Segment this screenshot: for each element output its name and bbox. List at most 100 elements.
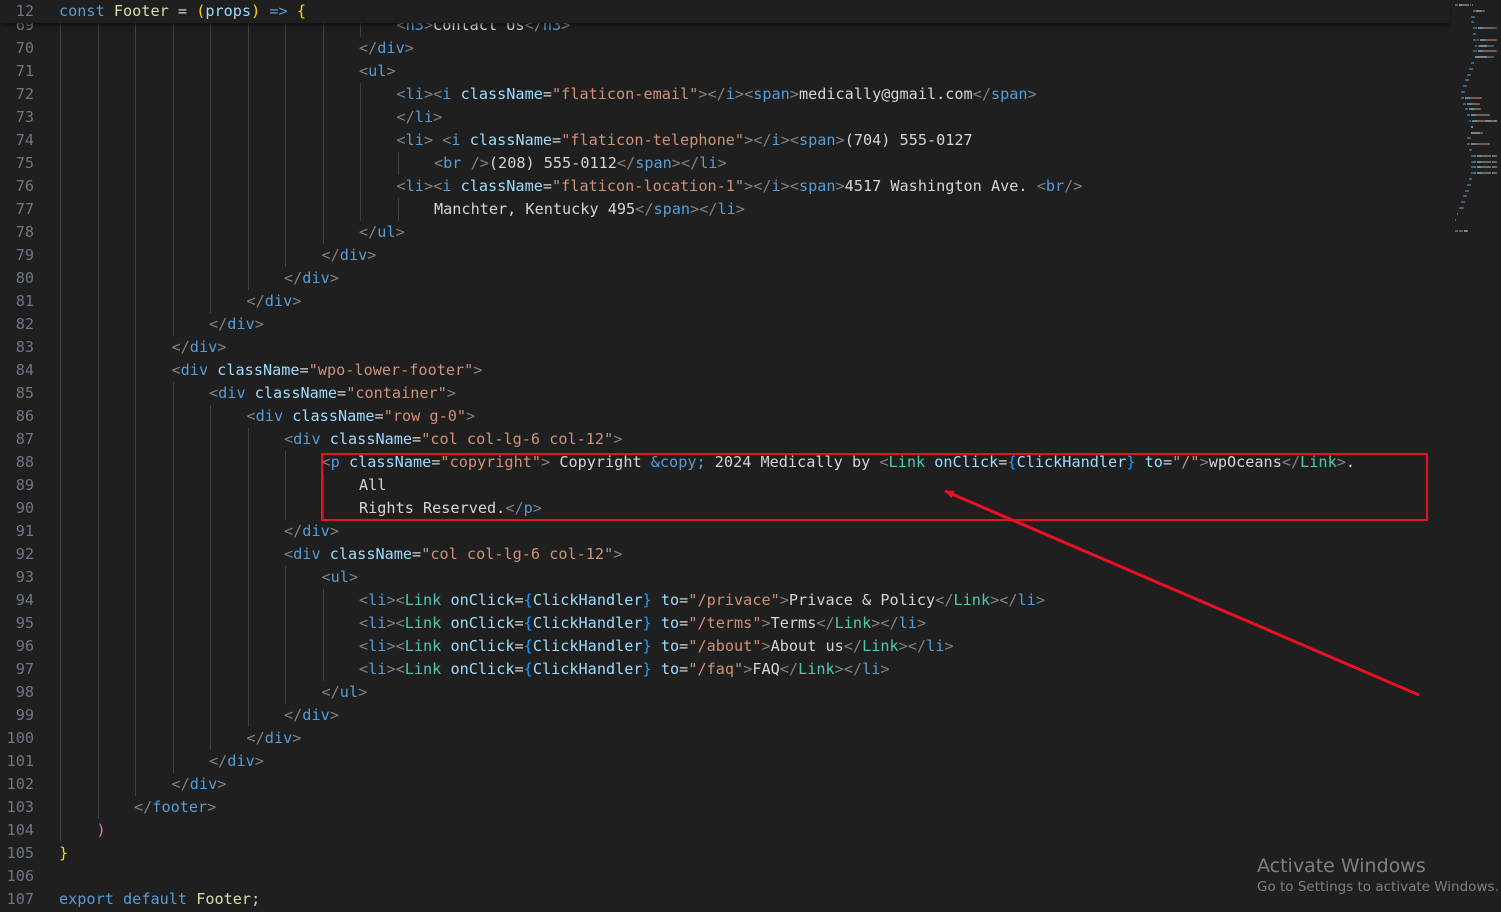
code-line[interactable]: 100 </div> <box>0 727 1450 750</box>
minimap[interactable] <box>1451 0 1501 912</box>
code-token: Link <box>953 591 991 609</box>
code-line[interactable]: 90 Rights Reserved.</p> <box>0 497 1450 520</box>
code-token: to <box>660 591 680 609</box>
minimap-token <box>1474 154 1476 157</box>
indent-guide <box>285 221 286 244</box>
indent-guide <box>247 37 249 60</box>
indent-guide <box>135 37 136 60</box>
indent-guide <box>135 106 136 129</box>
code-line[interactable]: 86 <div className="row g-0"> <box>0 405 1450 428</box>
code-line[interactable]: 79 </div> <box>0 244 1450 267</box>
code-line[interactable]: 71 <ul> <box>0 60 1450 83</box>
line-number: 75 <box>15 154 34 172</box>
code-line[interactable]: 92 <div className="col col-lg-6 col-12"> <box>0 543 1450 566</box>
minimap-token <box>1490 166 1491 169</box>
code-line[interactable]: 102 </div> <box>0 773 1450 796</box>
line-number: 95 <box>15 614 34 632</box>
code-line[interactable]: 104) <box>0 819 1450 842</box>
code-line[interactable]: 98 </ul> <box>0 681 1450 704</box>
code-line[interactable]: 97 <li><Link onClick={ClickHandler} to="/… <box>0 658 1450 681</box>
code-token: = <box>542 177 553 195</box>
code-token: ClickHandler <box>532 591 643 609</box>
code-line[interactable]: 91 </div> <box>0 520 1450 543</box>
code-line[interactable]: 74 <li> <i className="flaticon-telephone"… <box>0 129 1450 152</box>
minimap-token <box>1464 91 1465 93</box>
indent-guide <box>135 129 136 152</box>
code-token: div <box>218 384 246 402</box>
code-line[interactable]: 95 <li><Link onClick={ClickHandler} to="/… <box>0 612 1450 635</box>
code-line[interactable]: 106 <box>0 865 1450 888</box>
code-token: div <box>264 729 293 747</box>
code-token: About us <box>770 637 844 655</box>
indent-guide <box>247 566 249 589</box>
indent-guide <box>247 681 249 704</box>
code-line[interactable]: 88 <p className="copyright"> Copyright &c… <box>0 451 1450 474</box>
code-text: </div> <box>322 244 377 267</box>
code-line[interactable]: 76 <li><i className="flaticon-location-1"… <box>0 175 1450 198</box>
indent-guide <box>60 37 61 60</box>
code-line[interactable]: 84 <div className="wpo-lower-footer"> <box>0 359 1450 382</box>
indent-guide <box>285 152 286 175</box>
code-token: li <box>1017 591 1036 609</box>
code-token: className <box>254 384 338 402</box>
code-token: Link <box>404 637 442 655</box>
code-line[interactable]: 107 export default Footer; <box>0 888 1450 911</box>
code-token: Manchter, Kentucky 495 <box>434 200 636 218</box>
minimap-token <box>1472 4 1473 6</box>
indent-guide <box>60 83 61 106</box>
code-line[interactable]: 89 All <box>0 474 1450 497</box>
code-editor[interactable]: 12 const Footer = (props) => {69 <h3>Conta… <box>0 0 1501 912</box>
indent-guide <box>247 106 249 129</box>
code-line[interactable]: 82 </div> <box>0 313 1450 336</box>
code-line[interactable]: 75 <br />(208) 555-0112</span></li> <box>0 152 1450 175</box>
line-number: 88 <box>15 453 34 471</box>
code-line[interactable]: 105} <box>0 842 1450 865</box>
code-line[interactable]: 72 <li><i className="flaticon-email"></i>… <box>0 83 1450 106</box>
code-line[interactable]: 83 </div> <box>0 336 1450 359</box>
indent-guide <box>210 198 211 221</box>
code-token: medically@gmail.com <box>798 85 973 103</box>
code-line[interactable]: 87 <div className="col col-lg-6 col-12"> <box>0 428 1450 451</box>
code-token: >< <box>780 177 799 195</box>
code-text: <div className="row g-0"> <box>247 405 476 428</box>
code-line[interactable]: 103 </footer> <box>0 796 1450 819</box>
indent-guide <box>60 543 61 566</box>
sticky-scroll-line[interactable]: 12 const Footer = (props) => { <box>0 0 1450 23</box>
code-token: < <box>359 591 369 609</box>
indent-guide <box>322 658 324 681</box>
code-token: ></ <box>744 131 772 149</box>
code-line[interactable]: 93 <ul> <box>0 566 1450 589</box>
code-line[interactable]: 70 </div> <box>0 37 1450 60</box>
code-token: > <box>835 131 845 149</box>
indent-guide <box>60 382 61 405</box>
code-line[interactable]: 85 <div className="container"> <box>0 382 1450 405</box>
code-line[interactable]: 101 </div> <box>0 750 1450 773</box>
indent-guide <box>135 773 136 796</box>
code-line[interactable]: 80 </div> <box>0 267 1450 290</box>
code-token: ClickHandler <box>532 614 643 632</box>
code-token: > <box>329 522 339 540</box>
code-line[interactable]: 81 </div> <box>0 290 1450 313</box>
code-token: > <box>433 108 443 126</box>
code-line[interactable]: 73 </li> <box>0 106 1450 129</box>
code-text: </div> <box>172 336 227 359</box>
indent-guide <box>210 37 211 60</box>
code-line[interactable]: 94 <li><Link onClick={ClickHandler} to="/… <box>0 589 1450 612</box>
minimap-token <box>1482 131 1483 134</box>
code-line[interactable]: 99 </div> <box>0 704 1450 727</box>
line-number: 82 <box>15 315 34 333</box>
code-token: > <box>386 62 396 80</box>
code-token: div <box>293 545 321 563</box>
minimap-token <box>1476 27 1477 30</box>
code-token: </ <box>972 85 991 103</box>
indent-guide <box>210 106 211 129</box>
indent-guide <box>172 704 174 727</box>
minimap-token <box>1464 102 1466 105</box>
code-line[interactable]: 78 </ul> <box>0 221 1450 244</box>
code-text: </ul> <box>322 681 368 704</box>
code-line[interactable]: 96 <li><Link onClick={ClickHandler} to="/… <box>0 635 1450 658</box>
code-line[interactable]: 77 Manchter, Kentucky 495</span></li> <box>0 198 1450 221</box>
code-token: to <box>660 637 680 655</box>
indent-guide <box>247 175 249 198</box>
